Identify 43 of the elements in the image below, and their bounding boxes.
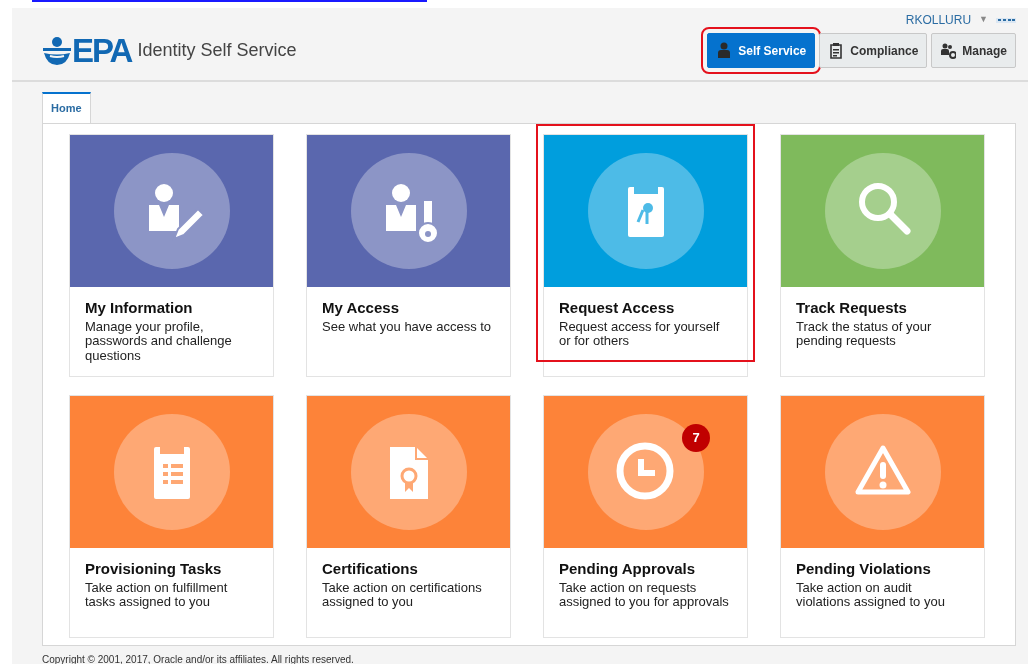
tile-title: Pending Violations (796, 559, 932, 578)
tile-title: Request Access (559, 298, 676, 317)
search-icon (824, 152, 941, 269)
person-icon (716, 42, 733, 59)
logo-text: EPA (72, 34, 132, 67)
clipboard-list-icon (113, 413, 230, 530)
copyright-text: Copyright © 2001, 2017, Oracle and/or its affiliates. All rights reserved. (41, 652, 355, 664)
app-title: Identity Self Service (137, 39, 297, 62)
tile-description: Take action on audit violations assigned to you (796, 580, 946, 611)
tile-description: Take action on fulfillment tasks assigned to you (85, 580, 229, 611)
tile-description: Take action on requests assigned to you for approvals (559, 580, 730, 611)
tile-card[interactable]: My Information Manage your profile, passwords and challenge questions (69, 133, 274, 377)
tile-description: Take action on certifications assigned to you (322, 580, 483, 611)
tile-description: See what you have access to (322, 319, 493, 335)
certificate-icon (350, 413, 467, 530)
clock-icon (587, 413, 704, 530)
tile-card[interactable]: Pending Violations Take action on audit violations assigned to you (780, 394, 985, 638)
tile-title: Track Requests (796, 298, 908, 317)
tile-title: My Information (85, 298, 194, 317)
tile-card[interactable]: Track Requests Track the status of your pending requests (780, 133, 985, 377)
tile-card[interactable]: Certifications Take action on certifications assigned to you (306, 394, 511, 638)
nav-button[interactable]: Manage (931, 33, 1016, 68)
tile-card[interactable]: 7 Pending Approvals Take action on requests assigned to you for approvals (543, 394, 748, 638)
home-tab[interactable]: Home (42, 92, 91, 123)
nav-button[interactable]: Compliance (819, 33, 928, 68)
tile-card[interactable]: Request Access Request access for yourself or for others (543, 133, 748, 377)
tile-title: Pending Approvals (559, 559, 697, 578)
tile-title: Provisioning Tasks (85, 559, 223, 578)
menu-icon[interactable] (996, 16, 1016, 24)
tile-title: My Access (322, 298, 400, 317)
username-menu[interactable]: RKOLLURU (905, 11, 972, 29)
people-gear-icon (940, 42, 957, 59)
tile-card[interactable]: Provisioning Tasks Take action on fulfillment tasks assigned to you (69, 394, 274, 638)
count-badge: 7 (682, 423, 710, 452)
tile-description: Manage your profile, passwords and challenge questions (85, 319, 233, 365)
tile-card[interactable]: My Access See what you have access to (306, 133, 511, 377)
tile-description: Track the status of your pending requests (796, 319, 933, 350)
clipboard-icon (828, 42, 845, 59)
tile-description: Request access for yourself or for others (559, 319, 721, 350)
logo-icon (42, 35, 72, 66)
warning-icon (824, 413, 941, 530)
tile-title: Certifications (322, 559, 419, 578)
person-pencil-icon (113, 152, 230, 269)
